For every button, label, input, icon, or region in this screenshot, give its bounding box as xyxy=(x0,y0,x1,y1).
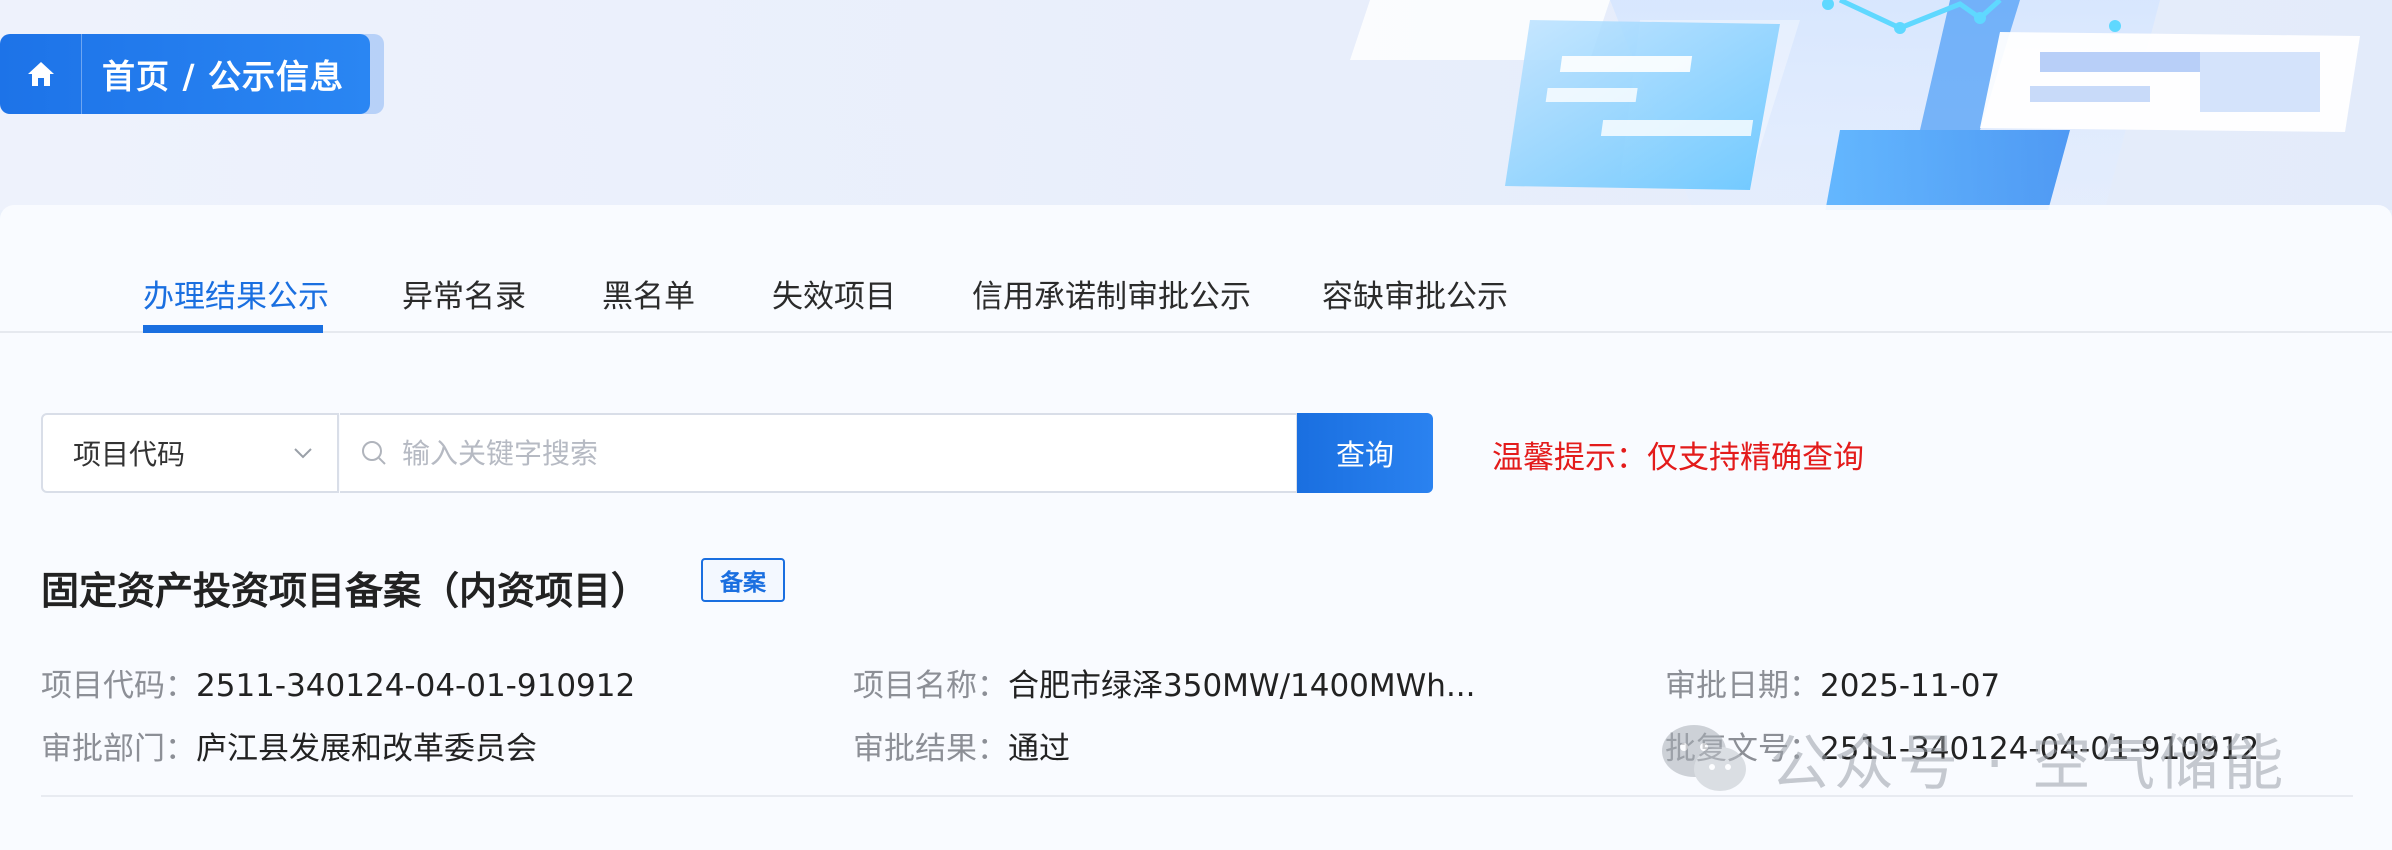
field-value: 通过 xyxy=(1008,731,1070,767)
result-title[interactable]: 固定资产投资项目备案（内资项目） xyxy=(41,560,649,615)
field-value: 庐江县发展和改革委员会 xyxy=(196,731,537,767)
search-icon xyxy=(362,441,386,465)
query-button[interactable]: 查询 xyxy=(1297,413,1433,493)
banner-illustration xyxy=(1350,0,2360,210)
breadcrumb-text[interactable]: 首页 / 公示信息 xyxy=(82,50,344,98)
field-value: 2511-340124-04-01-910912 xyxy=(196,668,636,704)
tab-abnormal-list[interactable]: 异常名录 xyxy=(402,271,526,316)
breadcrumb[interactable]: 首页 / 公示信息 xyxy=(0,34,370,114)
result-divider xyxy=(41,795,2353,797)
field-department: 审批部门：庐江县发展和改革委员会 xyxy=(41,723,537,768)
main-card: 办理结果公示 异常名录 黑名单 失效项目 信用承诺制审批公示 容缺审批公示 项目… xyxy=(0,205,2392,850)
home-icon[interactable] xyxy=(0,34,82,114)
field-approval-doc: 批复文号：2511-340124-04-01-910912 xyxy=(1665,723,2259,768)
field-label: 审批结果： xyxy=(853,731,1008,767)
field-label: 审批日期： xyxy=(1665,668,1820,704)
active-tab-indicator xyxy=(143,325,323,333)
field-project-name: 项目名称：合肥市绿泽350MW/1400MWh... xyxy=(853,660,1476,705)
field-approval-date: 审批日期：2025-11-07 xyxy=(1665,660,2000,705)
field-label: 审批部门： xyxy=(41,731,196,767)
field-value[interactable]: 合肥市绿泽350MW/1400MWh... xyxy=(1008,668,1476,704)
status-badge: 备案 xyxy=(701,558,785,602)
field-label: 项目代码： xyxy=(41,668,196,704)
tab-results[interactable]: 办理结果公示 xyxy=(143,271,329,316)
field-approval-result: 审批结果：通过 xyxy=(853,723,1070,768)
tab-expired-projects[interactable]: 失效项目 xyxy=(772,271,896,316)
field-value: 2025-11-07 xyxy=(1820,668,2001,704)
field-project-code: 项目代码：2511-340124-04-01-910912 xyxy=(41,660,635,705)
search-input[interactable] xyxy=(402,436,1262,470)
search-type-select[interactable]: 项目代码 xyxy=(41,413,339,493)
field-value: 2511-340124-04-01-910912 xyxy=(1820,731,2260,767)
tab-blacklist[interactable]: 黑名单 xyxy=(602,271,695,316)
select-value: 项目代码 xyxy=(73,438,186,471)
search-box[interactable] xyxy=(340,413,1298,493)
field-label: 项目名称： xyxy=(853,668,1008,704)
tab-credit-commitment[interactable]: 信用承诺制审批公示 xyxy=(972,271,1251,316)
field-label: 批复文号： xyxy=(1665,731,1820,767)
search-tip: 温馨提示：仅支持精确查询 xyxy=(1492,440,1864,476)
tab-tolerance-approval[interactable]: 容缺审批公示 xyxy=(1322,271,1508,316)
chevron-down-icon xyxy=(294,448,312,459)
tab-bar: 办理结果公示 异常名录 黑名单 失效项目 信用承诺制审批公示 容缺审批公示 xyxy=(0,205,2392,333)
